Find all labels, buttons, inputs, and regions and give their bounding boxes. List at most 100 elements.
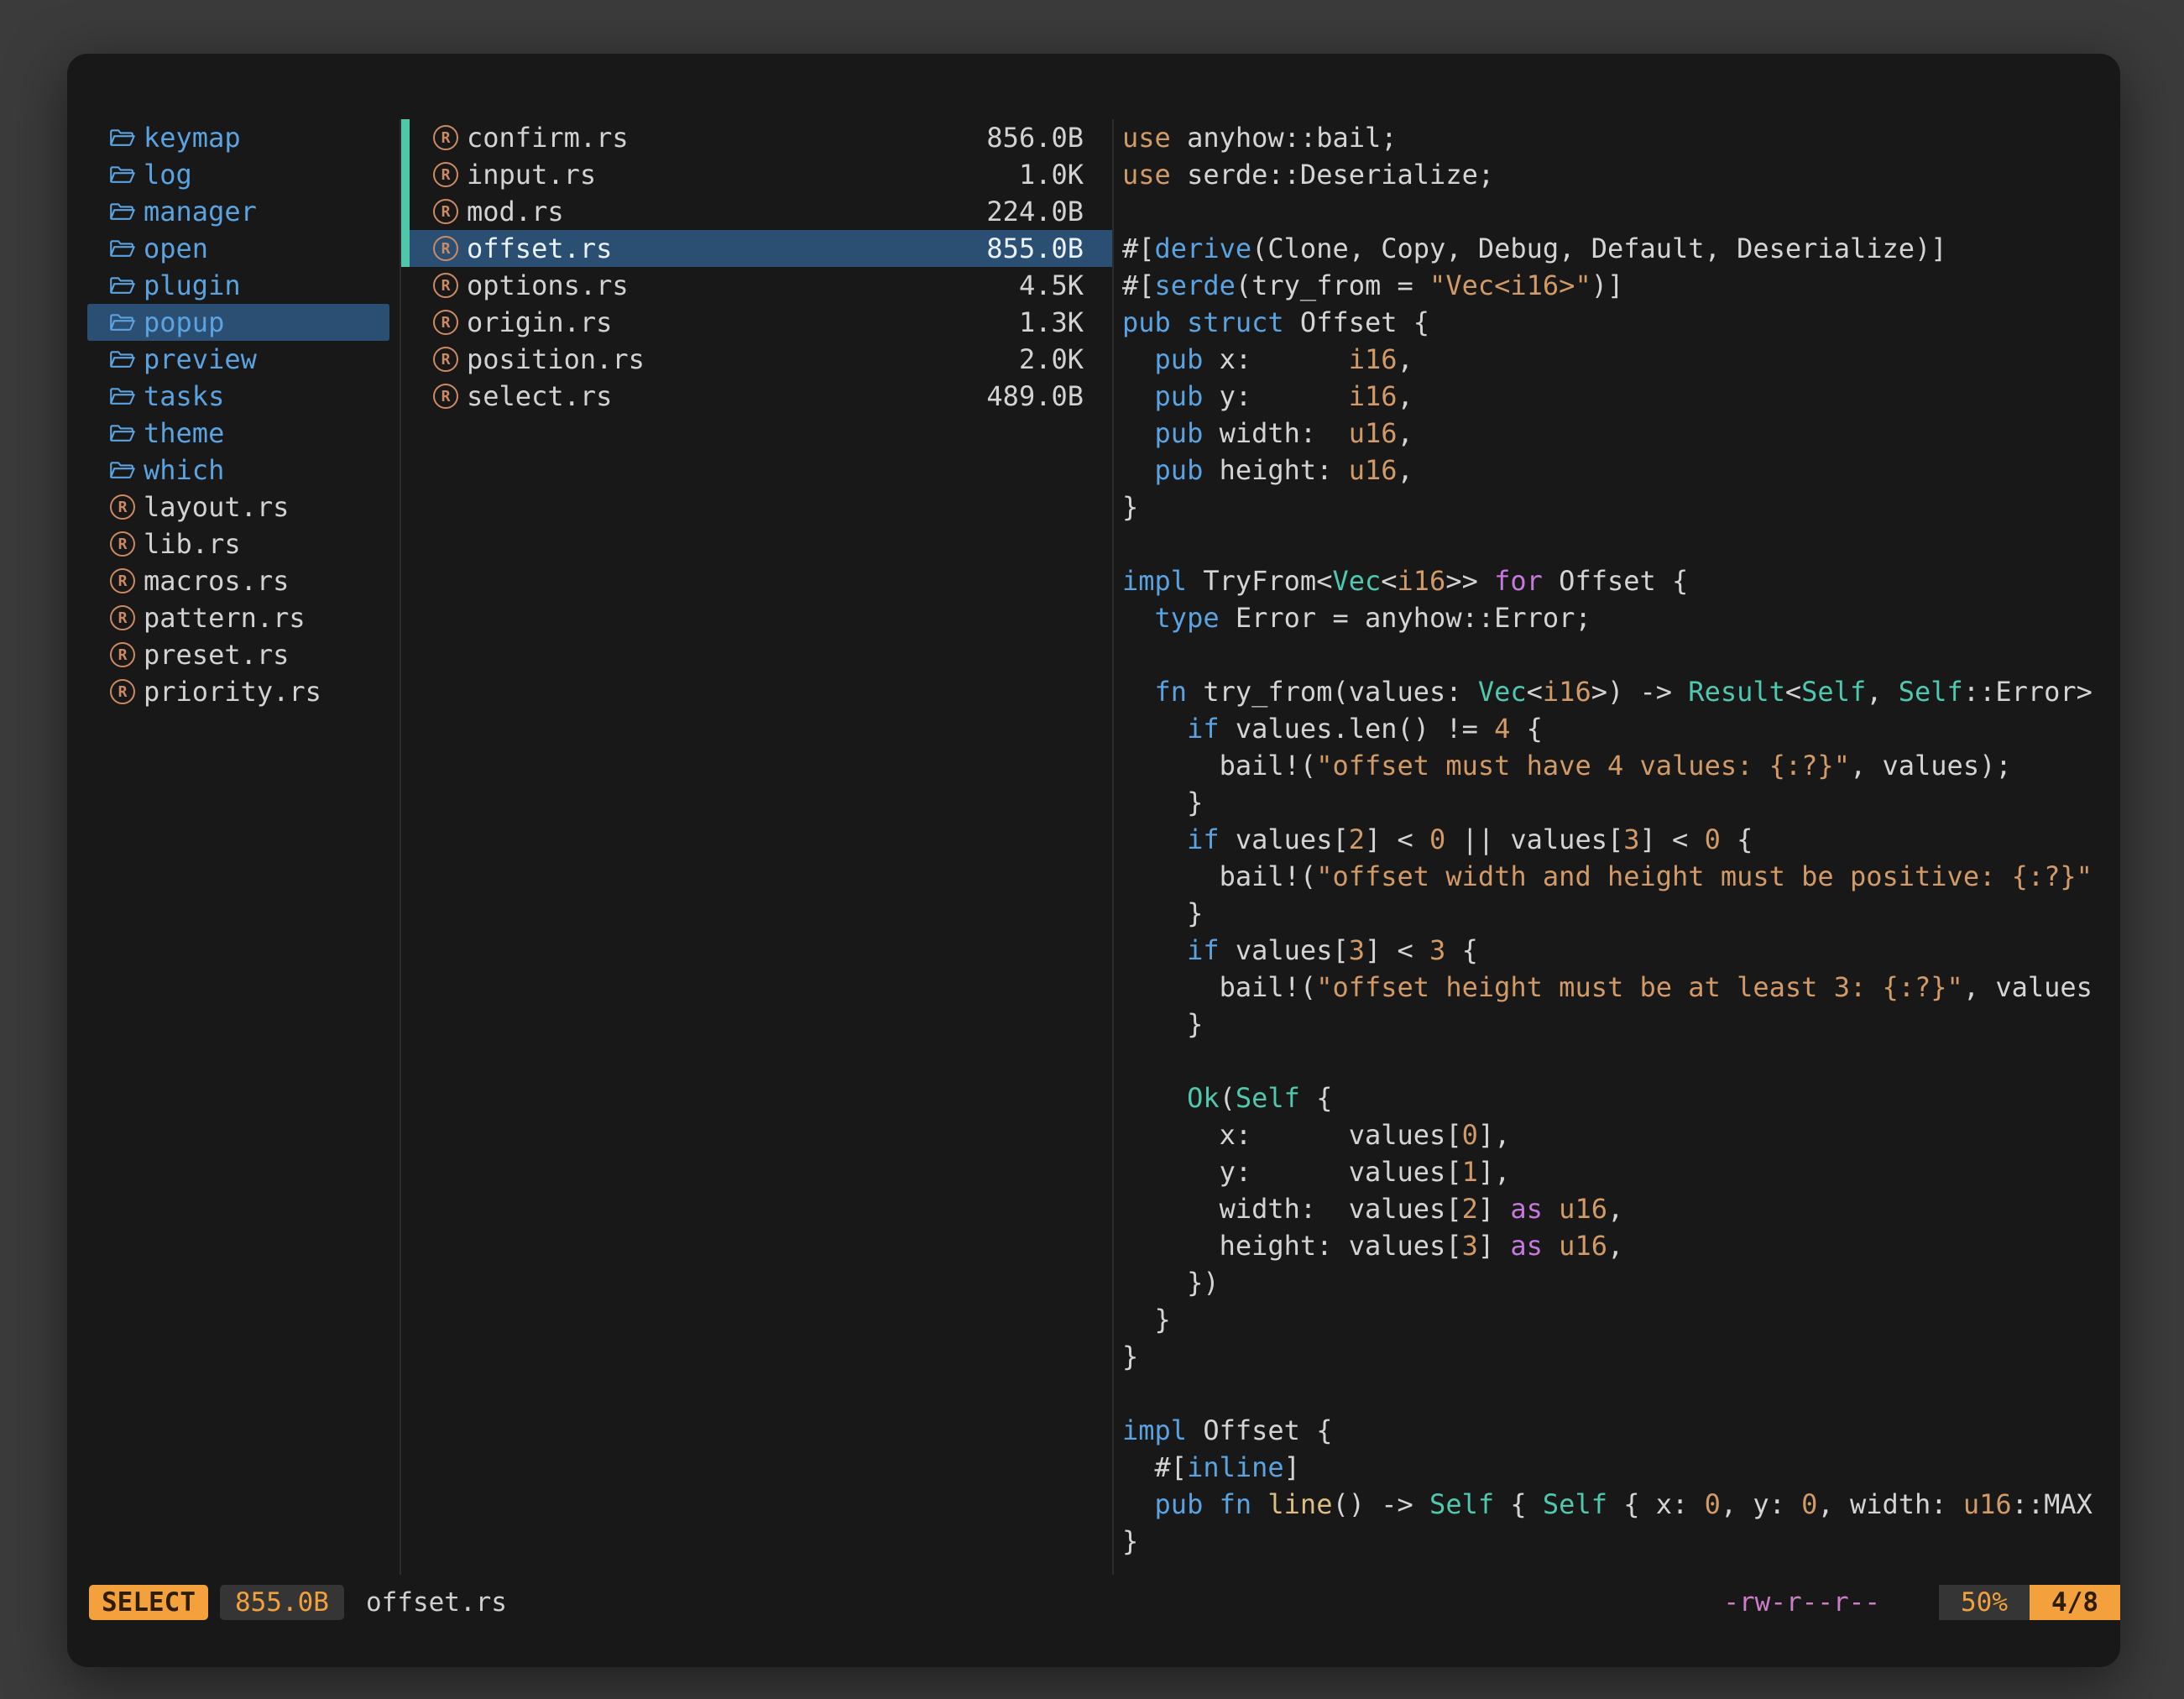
code-line: } (1122, 1338, 2096, 1375)
parent-dir-item[interactable]: which (87, 452, 389, 489)
code-line: bail!("offset width and height must be p… (1122, 858, 2096, 895)
parent-file-item[interactable]: Rpattern.rs (87, 599, 389, 636)
parent-file-item[interactable]: Rpriority.rs (87, 673, 389, 710)
parent-dir-item[interactable]: tasks (87, 378, 389, 415)
file-row[interactable]: Rinput.rs1.0K (401, 156, 1112, 193)
mode-badge: SELECT (89, 1585, 208, 1620)
code-line: x: values[0], (1122, 1116, 2096, 1153)
pane-divider-right (1112, 119, 1114, 1575)
folder-icon (110, 457, 135, 483)
parent-dir-item[interactable]: keymap (87, 119, 389, 156)
file-size: 489.0B (986, 380, 1084, 412)
selection-mark (401, 156, 410, 193)
file-row[interactable]: Roptions.rs4.5K (401, 267, 1112, 304)
item-label: plugin (144, 269, 241, 301)
selection-mark (401, 378, 410, 415)
selection-mark (401, 304, 410, 341)
folder-icon (110, 273, 135, 298)
item-label: macros.rs (144, 565, 289, 597)
parent-dir-item[interactable]: open (87, 230, 389, 267)
code-line (1122, 193, 2096, 230)
item-label: keymap (144, 122, 241, 154)
file-name: position.rs (467, 343, 645, 375)
code-line: } (1122, 489, 2096, 525)
file-row[interactable]: Roffset.rs 855.0B (401, 230, 1112, 267)
item-label: manager (144, 196, 257, 227)
parent-dir-item[interactable]: preview (87, 341, 389, 378)
code-line: use serde::Deserialize; (1122, 156, 2096, 193)
code-line: bail!("offset must have 4 values: {:?}",… (1122, 747, 2096, 784)
file-size: 2.0K (1019, 343, 1084, 375)
code-line: pub fn line() -> Self { Self { x: 0, y: … (1122, 1486, 2096, 1523)
desktop: { "colors": { "desktop_bg": "#3b3b3b", "… (0, 0, 2184, 1699)
rust-file-icon: R (110, 642, 135, 667)
code-line: pub x: i16, (1122, 341, 2096, 378)
rust-file-icon: R (433, 125, 458, 150)
file-row[interactable]: Rorigin.rs1.3K (401, 304, 1112, 341)
code-line: pub y: i16, (1122, 378, 2096, 415)
code-line: } (1122, 784, 2096, 821)
file-size: 855.0B (986, 233, 1084, 264)
rust-file-icon: R (110, 494, 135, 520)
parent-pane: keymap log manager open pluginpopuppreviewta… (87, 119, 400, 1575)
file-size: 224.0B (986, 196, 1084, 227)
item-label: log (144, 159, 192, 191)
file-permissions: -rw-r--r-- (1723, 1587, 1880, 1618)
folder-icon (110, 310, 135, 335)
file-name: offset.rs (467, 233, 612, 264)
item-label: preview (144, 343, 257, 375)
parent-file-item[interactable]: Rlib.rs (87, 525, 389, 562)
parent-dir-item[interactable]: manager (87, 193, 389, 230)
file-name: input.rs (467, 159, 596, 191)
file-size: 1.0K (1019, 159, 1084, 191)
folder-icon (110, 347, 135, 372)
terminal-window: keymap log manager open pluginpopuppreviewta… (67, 54, 2120, 1667)
file-row[interactable]: Rconfirm.rs856.0B (401, 119, 1112, 156)
item-label: theme (144, 417, 224, 449)
rust-file-icon: R (433, 310, 458, 335)
code-line (1122, 1375, 2096, 1412)
code-line: } (1122, 1006, 2096, 1043)
code-line: bail!("offset height must be at least 3:… (1122, 969, 2096, 1006)
item-label: which (144, 454, 224, 486)
folder-icon (110, 125, 135, 150)
selection-mark (401, 267, 410, 304)
code-line (1122, 636, 2096, 673)
parent-file-item[interactable]: Rlayout.rs (87, 489, 389, 525)
parent-dir-item[interactable]: plugin (87, 267, 389, 304)
code-line: #[serde(try_from = "Vec<i16>")] (1122, 267, 2096, 304)
file-row[interactable]: Rmod.rs 224.0B (401, 193, 1112, 230)
code-line: #[inline] (1122, 1449, 2096, 1486)
code-line: } (1122, 895, 2096, 932)
code-line: if values[3] < 3 { (1122, 932, 2096, 969)
parent-dir-item[interactable]: theme (87, 415, 389, 452)
code-line: } (1122, 1301, 2096, 1338)
file-name: options.rs (467, 269, 629, 301)
rust-file-icon: R (110, 531, 135, 557)
code-line: fn try_from(values: Vec<i16>) -> Result<… (1122, 673, 2096, 710)
file-row[interactable]: Rposition.rs2.0K (401, 341, 1112, 378)
code-line: #[derive(Clone, Copy, Debug, Default, De… (1122, 230, 2096, 267)
rust-file-icon: R (433, 273, 458, 298)
parent-file-item[interactable]: Rpreset.rs (87, 636, 389, 673)
parent-dir-item[interactable]: log (87, 156, 389, 193)
file-name: confirm.rs (467, 122, 629, 154)
code-line: impl Offset { (1122, 1412, 2096, 1449)
rust-file-icon: R (433, 199, 458, 224)
code-line: pub struct Offset { (1122, 304, 2096, 341)
code-line: if values.len() != 4 { (1122, 710, 2096, 747)
code-line: } (1122, 1523, 2096, 1560)
current-pane: Rconfirm.rs856.0BRinput.rs1.0KRmod.rs224… (401, 119, 1112, 1575)
parent-file-item[interactable]: Rmacros.rs (87, 562, 389, 599)
file-name: origin.rs (467, 306, 612, 338)
selection-mark (401, 341, 410, 378)
file-name: mod.rs (467, 196, 564, 227)
parent-dir-item[interactable]: popup (87, 304, 389, 341)
rust-file-icon: R (433, 236, 458, 261)
item-label: layout.rs (144, 491, 289, 523)
file-row[interactable]: Rselect.rs489.0B (401, 378, 1112, 415)
status-bar: SELECT 855.0B offset.rs -rw-r--r-- 50% 4… (89, 1583, 2120, 1622)
rust-file-icon: R (433, 384, 458, 409)
item-label: open (144, 233, 208, 264)
file-size-badge: 855.0B (220, 1585, 344, 1620)
